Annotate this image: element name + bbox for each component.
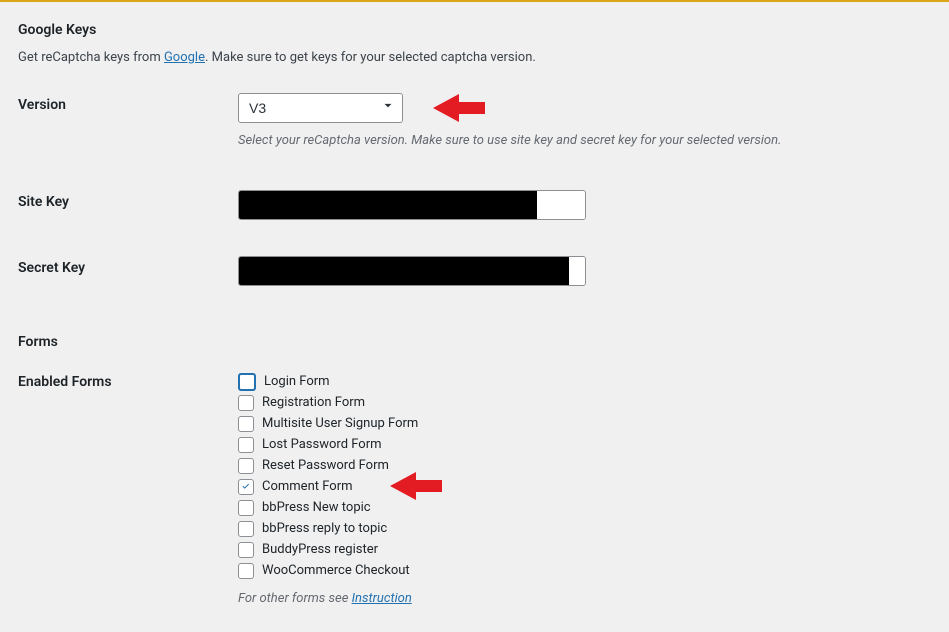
form-checkbox[interactable] — [238, 395, 254, 411]
site-key-input-wrap — [238, 190, 586, 220]
forms-title: Forms — [18, 334, 931, 350]
form-checkbox-label[interactable]: Reset Password Form — [262, 458, 389, 473]
secret-key-redaction — [239, 257, 569, 285]
checkbox-item: Multisite User Signup Form — [238, 414, 931, 433]
version-select[interactable]: V3 — [238, 93, 403, 123]
checkbox-item: WooCommerce Checkout — [238, 561, 931, 580]
google-keys-description: Get reCaptcha keys from Google. Make sur… — [18, 50, 931, 65]
form-checkbox[interactable] — [238, 563, 254, 579]
form-checkbox-label[interactable]: bbPress reply to topic — [262, 521, 387, 536]
forms-hint: For other forms see Instruction — [238, 591, 931, 606]
desc-prefix: Get reCaptcha keys from — [18, 50, 164, 65]
form-checkbox[interactable] — [238, 542, 254, 558]
version-hint: Select your reCaptcha version. Make sure… — [238, 133, 931, 148]
form-checkbox-label[interactable]: bbPress New topic — [262, 500, 371, 515]
site-key-label: Site Key — [18, 190, 238, 210]
form-checkbox-label[interactable]: Multisite User Signup Form — [262, 416, 418, 431]
checkbox-item: bbPress New topic — [238, 498, 931, 517]
site-key-redaction — [239, 191, 537, 219]
form-checkbox-label[interactable]: WooCommerce Checkout — [262, 563, 410, 578]
google-keys-title: Google Keys — [18, 22, 931, 38]
checkbox-list: Login Form Registration Form Multisite Use… — [238, 372, 931, 581]
forms-hint-prefix: For other forms see — [238, 591, 352, 606]
instruction-link[interactable]: Instruction — [352, 591, 412, 606]
form-checkbox[interactable] — [238, 479, 254, 495]
form-checkbox[interactable] — [238, 521, 254, 537]
checkbox-item: BuddyPress register — [238, 540, 931, 559]
form-checkbox-label[interactable]: Lost Password Form — [262, 437, 382, 452]
form-checkbox-label[interactable]: Comment Form — [262, 479, 353, 494]
form-checkbox[interactable] — [238, 437, 254, 453]
google-link[interactable]: Google — [164, 50, 205, 65]
form-checkbox[interactable] — [238, 500, 254, 516]
form-checkbox-label[interactable]: Registration Form — [262, 395, 365, 410]
arrow-icon — [433, 92, 485, 124]
checkbox-item: Comment Form — [238, 477, 931, 496]
form-checkbox[interactable] — [238, 416, 254, 432]
secret-key-input-wrap — [238, 256, 586, 286]
form-checkbox[interactable] — [238, 458, 254, 474]
checkbox-item: Registration Form — [238, 393, 931, 412]
form-checkbox[interactable] — [238, 373, 256, 391]
checkbox-item: Reset Password Form — [238, 456, 931, 475]
version-label: Version — [18, 93, 238, 113]
secret-key-label: Secret Key — [18, 256, 238, 276]
desc-suffix: . Make sure to get keys for your selecte… — [205, 50, 536, 65]
form-checkbox-label[interactable]: Login Form — [264, 374, 330, 389]
enabled-forms-label: Enabled Forms — [18, 372, 238, 390]
checkbox-item: Login Form — [238, 372, 931, 391]
checkbox-item: bbPress reply to topic — [238, 519, 931, 538]
form-checkbox-label[interactable]: BuddyPress register — [262, 542, 378, 557]
checkbox-item: Lost Password Form — [238, 435, 931, 454]
